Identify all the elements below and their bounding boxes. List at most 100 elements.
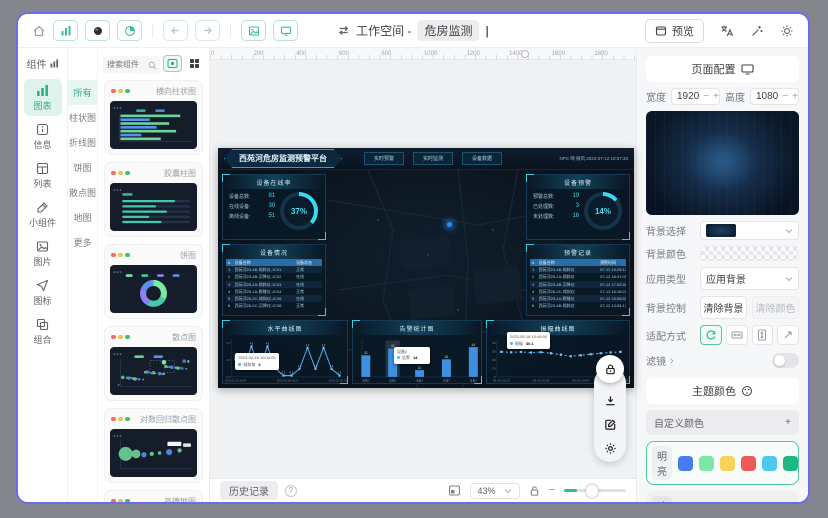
- category-item[interactable]: 散点图: [68, 180, 97, 205]
- sidebar-item-list[interactable]: 列表: [24, 157, 62, 194]
- width-input[interactable]: 1920 − +: [671, 88, 720, 105]
- insert-image-button[interactable]: [241, 20, 266, 41]
- card-thumbnail: [110, 101, 197, 149]
- undo-button[interactable]: [163, 20, 188, 41]
- dot-icon: [111, 499, 116, 502]
- swap-icon[interactable]: [337, 24, 350, 37]
- lock-button[interactable]: [596, 355, 624, 383]
- symbol-icon: [36, 279, 49, 292]
- theme-bright-row[interactable]: 明亮: [646, 441, 799, 485]
- clear-background-button[interactable]: 清除背景: [700, 296, 747, 319]
- bg-color-picker[interactable]: [700, 246, 799, 261]
- help-icon[interactable]: ?: [285, 485, 297, 497]
- color-swatch[interactable]: [720, 456, 735, 471]
- redo-button[interactable]: [195, 20, 220, 41]
- zoom-slider[interactable]: [564, 489, 626, 492]
- history-button[interactable]: 历史记录: [220, 481, 278, 500]
- preview-button[interactable]: 预览: [645, 19, 704, 43]
- dot-icon: [118, 171, 123, 176]
- app-type-dropdown[interactable]: 应用背景: [700, 267, 799, 290]
- sidebar-item-chart[interactable]: 图表: [24, 79, 62, 116]
- window-dots-icon: [111, 417, 130, 422]
- card-thumbnail: [110, 429, 197, 477]
- screen-button[interactable]: [273, 20, 298, 41]
- category-item[interactable]: 所有: [68, 80, 97, 105]
- stat-row: 设备总数:81: [223, 191, 281, 201]
- slider-handle[interactable]: [586, 485, 598, 497]
- svg-text:设备4: 设备4: [443, 377, 451, 382]
- info-icon: [36, 123, 49, 136]
- category-item[interactable]: 柱状图: [68, 105, 97, 130]
- doc-name-pill[interactable]: 危房监测: [417, 20, 479, 41]
- view-grid-button[interactable]: [185, 55, 204, 72]
- table-cell: 西苑河25-1A-裂缝仪-JC04: [235, 288, 296, 295]
- fit-height-button[interactable]: [752, 325, 774, 345]
- minimap-icon[interactable]: [448, 484, 461, 497]
- home-icon[interactable]: [32, 24, 46, 38]
- dashboard-preview[interactable]: 西苑河危房监测预警平台 实时预警 实时监测 设备数据 NPC 晴 微风 2023…: [218, 148, 634, 388]
- clear-color-button[interactable]: 清除颜色: [752, 296, 799, 319]
- component-card-bubble[interactable]: 对数回归散点图: [104, 408, 203, 483]
- color-swatch[interactable]: [678, 456, 693, 471]
- card-thumbnail: [110, 265, 197, 313]
- view-card-button[interactable]: [163, 55, 182, 72]
- component-card-donut[interactable]: 饼图: [104, 244, 203, 319]
- color-swatch[interactable]: [783, 456, 798, 471]
- material-button[interactable]: [85, 20, 110, 41]
- height-minus-button[interactable]: −: [782, 91, 788, 102]
- sidebar-item-image[interactable]: 图片: [24, 235, 62, 272]
- table-cell: 西苑河23-4B-倾斜仪-JC01: [235, 266, 296, 273]
- fit-auto-button[interactable]: [700, 325, 722, 345]
- fit-none-button[interactable]: [777, 325, 799, 345]
- component-card-map[interactable]: 高德地图: [104, 490, 203, 503]
- sidebar-item-symbol[interactable]: 图标: [24, 274, 62, 311]
- color-swatch[interactable]: [762, 456, 777, 471]
- sidebar-item-group[interactable]: 组合: [24, 313, 62, 350]
- category-item[interactable]: 更多: [68, 230, 97, 255]
- settings-gear-icon[interactable]: [604, 442, 617, 455]
- card-thumbnail: [110, 347, 197, 395]
- color-swatch[interactable]: [699, 456, 714, 471]
- zoom-select[interactable]: 43%: [470, 483, 520, 499]
- theme-sun-icon[interactable]: [780, 24, 794, 38]
- magic-wand-icon[interactable]: [750, 24, 764, 38]
- add-pie-button[interactable]: [117, 20, 142, 41]
- bg-select-dropdown[interactable]: [700, 221, 799, 240]
- component-card-scatter[interactable]: 散点图: [104, 326, 203, 401]
- component-card-hbar[interactable]: 横向柱状图: [104, 80, 203, 155]
- table-header-row: #设备名称预警时间: [530, 259, 626, 266]
- component-card-capsule[interactable]: 胶囊柱图: [104, 162, 203, 237]
- width-plus-button[interactable]: +: [713, 91, 719, 102]
- add-chart-button[interactable]: [53, 20, 78, 41]
- sidebar-item-widget[interactable]: 小组件: [24, 196, 62, 233]
- height-plus-button[interactable]: +: [792, 91, 798, 102]
- chevron-right-icon[interactable]: ›: [670, 355, 674, 367]
- chart-tooltip: 设备2告警14: [394, 347, 430, 364]
- filter-toggle[interactable]: [772, 353, 799, 368]
- width-minus-button[interactable]: −: [703, 91, 709, 102]
- zoom-lock-icon[interactable]: [529, 485, 540, 497]
- translate-icon[interactable]: [720, 24, 734, 38]
- sidebar-items: 图表信息列表小组件图片图标组合: [24, 77, 62, 352]
- sidebar-item-info[interactable]: 信息: [24, 118, 62, 155]
- edit-button[interactable]: [604, 418, 617, 431]
- category-item[interactable]: 地图: [68, 205, 97, 230]
- background-preview[interactable]: [646, 111, 799, 215]
- download-button[interactable]: [604, 394, 617, 407]
- fit-width-button[interactable]: [726, 325, 748, 345]
- stat-value: 19: [572, 193, 579, 199]
- category-item[interactable]: 折线图: [68, 130, 97, 155]
- card-title: 散点图: [172, 332, 196, 343]
- color-swatch[interactable]: [741, 456, 756, 471]
- add-color-button[interactable]: +: [785, 417, 791, 428]
- ruler-marker-icon[interactable]: [521, 50, 529, 58]
- category-item[interactable]: 饼图: [68, 155, 97, 180]
- zoom-out-icon[interactable]: −: [549, 485, 555, 496]
- toolbar: 工作空间 - 危房监测 | 预览: [18, 14, 808, 48]
- height-input[interactable]: 1080 − +: [750, 88, 799, 105]
- text-cursor: |: [486, 24, 489, 38]
- custom-colors-row[interactable]: 自定义颜色 +: [646, 410, 799, 435]
- dot-icon: [111, 89, 116, 94]
- theme-dim-row[interactable]: 暗淡: [646, 491, 799, 502]
- canvas-body[interactable]: 西苑河危房监测预警平台 实时预警 实时监测 设备数据 NPC 晴 微风 2023…: [210, 60, 636, 478]
